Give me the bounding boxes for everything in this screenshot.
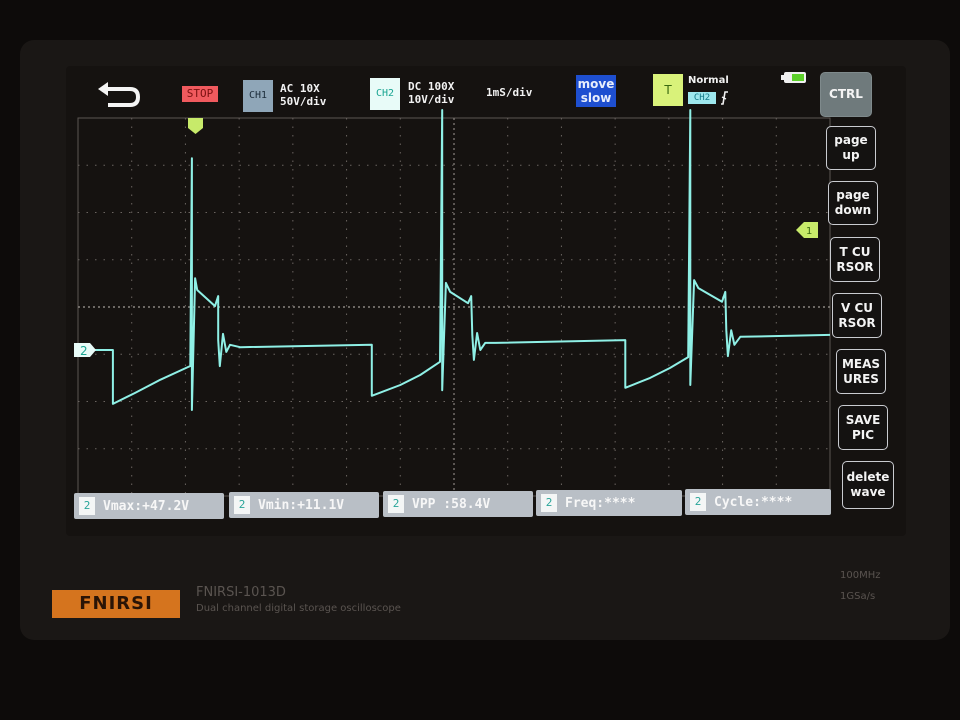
measurement-channel-badge: 2 [690, 493, 706, 511]
side-button-delete-wave[interactable]: delete wave [842, 461, 894, 509]
measurement-0[interactable]: 2 Vmax:+47.2V [74, 493, 224, 519]
side-button-save-pic[interactable]: SAVE PIC [838, 405, 888, 450]
side-button-ctrl[interactable]: CTRL [820, 72, 872, 117]
brand-logo: FNIRSI [52, 590, 180, 618]
measurement-channel-badge: 2 [388, 495, 404, 513]
measurement-value: Vmin:+11.1V [258, 497, 345, 513]
measurement-channel-badge: 2 [541, 494, 557, 512]
measurement-value: VPP :58.4V [412, 496, 491, 512]
measurement-channel-badge: 2 [79, 497, 95, 515]
side-button-t-cu-rsor[interactable]: T CU RSOR [830, 237, 880, 282]
ground-marker-label: 2 [80, 344, 88, 358]
measurement-1[interactable]: 2 Vmin:+11.1V [229, 492, 379, 518]
side-button-meas-ures[interactable]: MEAS URES [836, 349, 886, 394]
trigger-level-label: 1 [806, 226, 812, 237]
device-description: Dual channel digital storage oscilloscop… [196, 603, 401, 614]
sample-rate: 1GSa/s [840, 591, 876, 602]
measurement-value: Cycle:**** [714, 494, 793, 510]
trigger-position-marker [188, 118, 203, 134]
side-button-v-cu-rsor[interactable]: V CU RSOR [832, 293, 882, 338]
measurement-2[interactable]: 2 VPP :58.4V [383, 491, 533, 517]
measurement-3[interactable]: 2 Freq:**** [536, 490, 682, 516]
side-button-page-up[interactable]: page up [826, 126, 876, 170]
measurement-4[interactable]: 2 Cycle:**** [685, 489, 831, 515]
measurement-channel-badge: 2 [234, 496, 250, 514]
model-name: FNIRSI-1013D [196, 585, 286, 600]
bandwidth: 100MHz [840, 570, 881, 581]
measurement-value: Vmax:+47.2V [103, 498, 190, 514]
measurement-value: Freq:**** [565, 495, 636, 511]
side-button-page-down[interactable]: page down [828, 181, 878, 225]
